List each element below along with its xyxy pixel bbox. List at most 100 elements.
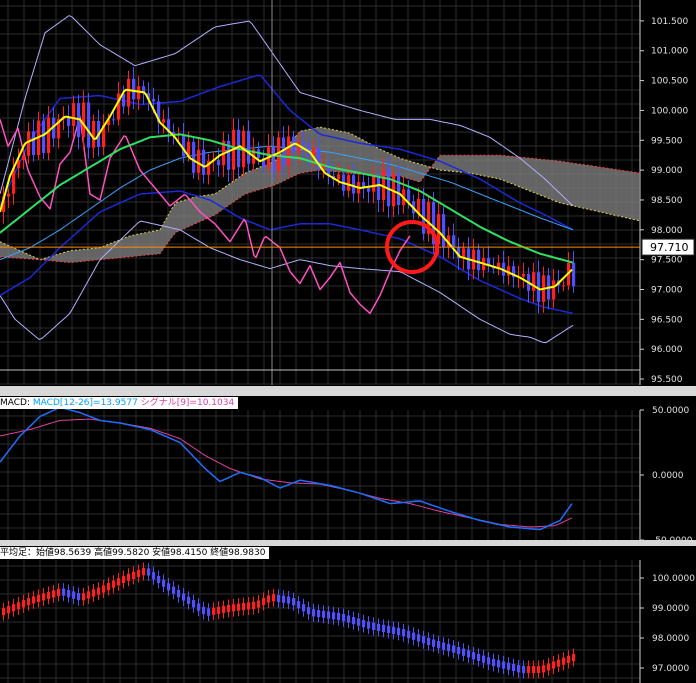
- candle-body: [72, 103, 76, 126]
- ha-candle-body: [77, 593, 81, 601]
- candle-body: [27, 131, 31, 156]
- ha-candle-body: [112, 580, 116, 588]
- candle-body: [217, 160, 221, 166]
- ha-candle-body: [202, 606, 206, 615]
- ha-candle-body: [567, 655, 571, 663]
- y-tick-label: 0.0000: [652, 471, 684, 481]
- y-tick-label: 97.500: [651, 256, 683, 266]
- y-tick-label: 95.500: [651, 375, 683, 385]
- y-tick-label: 97.0000: [652, 664, 689, 674]
- ha-candle-body: [157, 575, 161, 584]
- candle-body: [182, 134, 186, 157]
- ha-candle-body: [162, 579, 166, 587]
- ha-candle-body: [357, 618, 361, 626]
- ha-candle-body: [282, 595, 286, 603]
- ha-candle-body: [172, 586, 176, 594]
- ha-candle-body: [507, 662, 511, 670]
- ha-candle-body: [2, 608, 6, 616]
- candle-body: [132, 78, 136, 100]
- candle-body: [347, 175, 351, 191]
- ha-candle-body: [67, 590, 71, 598]
- ha-candle-body: [192, 600, 196, 608]
- ha-candle-body: [557, 659, 561, 667]
- ha-candle-body: [92, 589, 96, 597]
- ha-candle-body: [412, 632, 416, 640]
- ha-candle-body: [147, 568, 151, 576]
- candle-body: [452, 235, 456, 248]
- candle-body: [152, 99, 156, 102]
- y-tick-label: 100.500: [651, 77, 688, 87]
- y-tick-label: 100.000: [651, 106, 688, 116]
- ha-candle-body: [257, 600, 261, 608]
- y-tick-label: 99.500: [651, 136, 683, 146]
- ha-candle-body: [277, 594, 281, 603]
- y-tick-label: 97.000: [651, 285, 683, 295]
- current-price-label: 97.710: [650, 241, 689, 254]
- candle-body: [92, 120, 96, 148]
- ha-candle-body: [207, 608, 211, 616]
- ha-candle-body: [427, 637, 431, 646]
- ha-candle-body: [237, 603, 241, 611]
- ha-candle-body: [72, 591, 76, 599]
- ha-candle-body: [187, 596, 191, 604]
- ha-candle-body: [487, 657, 491, 665]
- ha-candle-body: [62, 588, 66, 596]
- ha-candle-body: [532, 665, 536, 674]
- ha-candle-body: [217, 606, 221, 614]
- candle-body: [192, 141, 196, 173]
- ha-candle-body: [312, 609, 316, 617]
- ha-candle-body: [452, 645, 456, 653]
- y-tick-label: 50.0000: [652, 406, 689, 416]
- candle-body: [382, 168, 386, 201]
- ha-candle-body: [137, 569, 141, 578]
- ha-candle-body: [242, 602, 246, 611]
- signal-series-label: シグナル[9]=10.1034: [140, 398, 235, 408]
- candle-body: [522, 273, 526, 277]
- ha-candle-body: [572, 653, 576, 662]
- ha-candle-body: [562, 657, 566, 665]
- ha-candle-body: [382, 624, 386, 632]
- ha-candle-body: [447, 644, 451, 652]
- candle-body: [477, 249, 481, 271]
- ha-candle-body: [182, 593, 186, 601]
- candle-body: [377, 176, 381, 201]
- ha-candle-body: [497, 660, 501, 668]
- ha-candle-body: [107, 583, 111, 591]
- y-tick-label: 96.500: [651, 315, 683, 325]
- ha-candle-body: [417, 634, 421, 642]
- y-tick-label: 96.000: [651, 345, 683, 355]
- ha-candle-body: [482, 655, 486, 663]
- ha-candle-body: [307, 607, 311, 615]
- macd-grid: [0, 410, 640, 540]
- y-tick-label: 100.0000: [652, 574, 695, 584]
- ha-candle-body: [117, 578, 121, 586]
- ha-candle-body: [177, 590, 181, 598]
- candle-body: [407, 189, 411, 202]
- candle-body: [302, 142, 306, 146]
- ha-candle-body: [437, 641, 441, 649]
- heikin-ashi-legend: 平均足：始値98.5639 高値99.5820 安値98.4150 終値98.9…: [0, 547, 270, 559]
- chart-canvas[interactable]: 101.500 101.000 100.500 100.000 99.500 99.000…: [0, 0, 696, 683]
- panel-separator[interactable]: [0, 540, 696, 546]
- panel-separator[interactable]: [0, 386, 696, 396]
- ha-candle-body: [127, 573, 131, 581]
- candle-body: [32, 131, 36, 156]
- candle-body: [442, 214, 446, 247]
- ha-candle-body: [347, 615, 351, 623]
- ha-candle-body: [397, 627, 401, 635]
- ha-candle-body: [337, 612, 341, 621]
- ha-candle-body: [522, 665, 526, 674]
- macd-label: MACD:: [0, 398, 31, 408]
- ha-candle-body: [97, 587, 101, 595]
- candle-body: [7, 193, 11, 197]
- ha-candle-body: [227, 604, 231, 613]
- candle-body: [367, 188, 371, 192]
- ichimoku-cloud: [0, 127, 640, 263]
- macd-series-label: MACD[12-26]=13.9577: [32, 398, 138, 408]
- ha-candle-body: [377, 623, 381, 631]
- ha-candle-body: [372, 622, 376, 630]
- macd-line: [0, 406, 573, 531]
- chart-window: 101.500 101.000 100.500 100.000 99.500 99.000…: [0, 0, 696, 683]
- ha-candle-body: [467, 650, 471, 658]
- y-tick-label: 101.500: [651, 17, 688, 27]
